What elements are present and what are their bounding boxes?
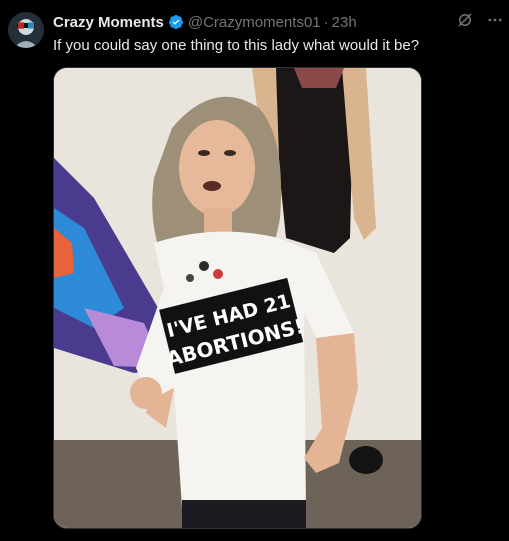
avatar[interactable]: [8, 12, 44, 48]
author-name[interactable]: Crazy Moments: [53, 14, 164, 31]
grok-icon[interactable]: [455, 10, 475, 30]
post-time[interactable]: 23h: [332, 14, 357, 31]
separator-dot: ·: [323, 13, 329, 31]
bottom-divider: [0, 533, 509, 541]
avatar-image: [8, 12, 44, 48]
verified-badge-icon: [168, 14, 184, 30]
photo-illustration: I'VE HAD 21 ABORTIONS!: [54, 68, 421, 528]
author-handle[interactable]: @Crazymoments01: [188, 14, 321, 31]
tweet[interactable]: Crazy Moments @Crazymoments01 · 23h If y: [0, 0, 509, 541]
tweet-photo[interactable]: I'VE HAD 21 ABORTIONS!: [53, 67, 422, 529]
tweet-header: Crazy Moments @Crazymoments01 · 23h: [53, 12, 501, 32]
tweet-actions: [455, 10, 505, 30]
tweet-text: If you could say one thing to this lady …: [53, 37, 420, 54]
more-icon[interactable]: [485, 10, 505, 30]
